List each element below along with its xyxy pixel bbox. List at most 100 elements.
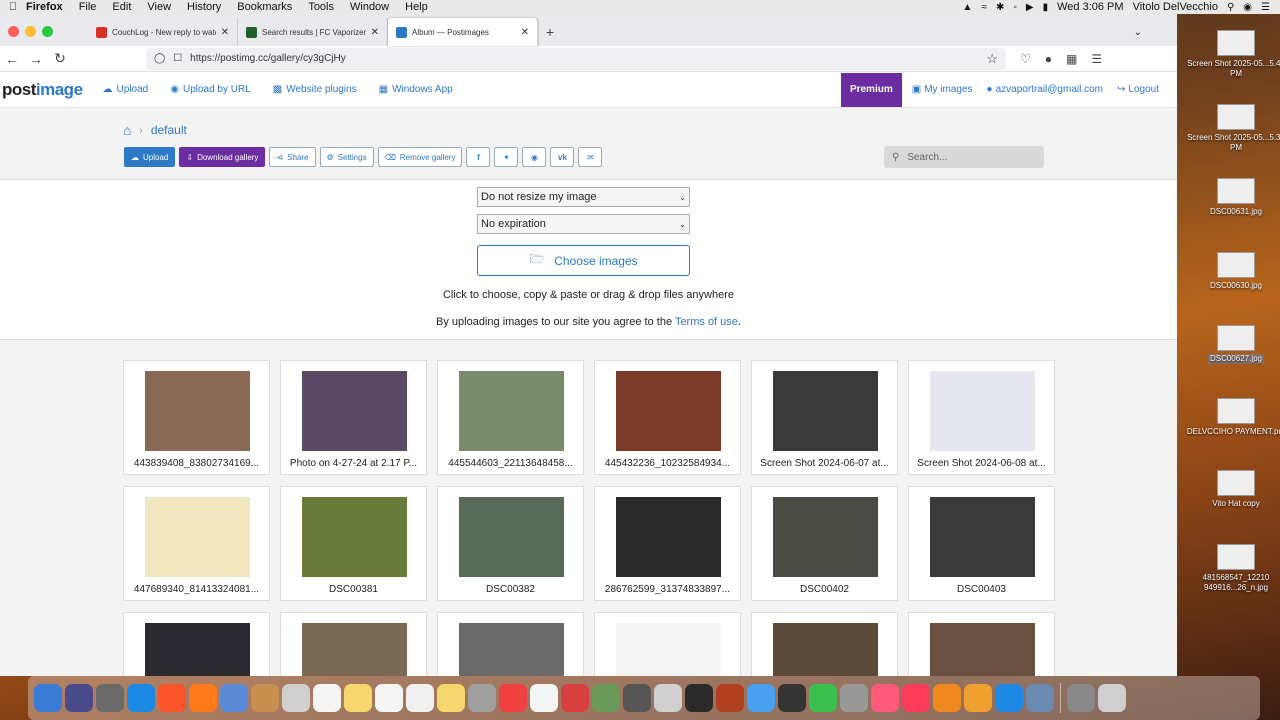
menu-window[interactable]: Window xyxy=(350,1,389,13)
image-thumbnail[interactable] xyxy=(921,622,1044,676)
image-caption[interactable]: Photo on 4-27-24 at 2.17 P... xyxy=(285,458,422,469)
nav-my-images[interactable]: ▣ My images xyxy=(912,84,973,95)
image-card[interactable] xyxy=(751,612,898,676)
profile-icon[interactable]: ● xyxy=(1045,52,1052,66)
image-caption[interactable]: DSC00403 xyxy=(913,584,1050,595)
apple-icon[interactable]:  xyxy=(0,1,26,13)
dock-app-icon[interactable] xyxy=(871,684,899,712)
notification-icon[interactable]: ☰ xyxy=(1261,2,1270,13)
vk-share-button[interactable]: vk xyxy=(550,147,575,167)
image-card[interactable]: 286762599_31374833897... xyxy=(594,486,741,601)
image-card[interactable]: DSC00382 xyxy=(437,486,584,601)
twitter-share-button[interactable]: ✦ xyxy=(494,147,519,167)
dock-app-icon[interactable] xyxy=(344,684,372,712)
menu-app[interactable]: Firefox xyxy=(26,1,63,13)
zoom-window-button[interactable] xyxy=(42,26,53,37)
email-share-button[interactable]: ✉ xyxy=(578,147,603,167)
image-card[interactable] xyxy=(280,612,427,676)
menu-edit[interactable]: Edit xyxy=(112,1,131,13)
desktop-file[interactable]: DSC00627.jpg xyxy=(1186,325,1280,364)
dock-app-icon[interactable] xyxy=(220,684,248,712)
menu-view[interactable]: View xyxy=(147,1,171,13)
image-thumbnail[interactable] xyxy=(921,370,1044,452)
dock-app-icon[interactable] xyxy=(96,684,124,712)
back-button[interactable]: ← xyxy=(0,51,24,67)
dock-app-icon[interactable] xyxy=(995,684,1023,712)
desktop-file[interactable]: DSC00630.jpg xyxy=(1186,252,1280,291)
image-thumbnail[interactable] xyxy=(607,496,730,578)
dock-app-icon[interactable] xyxy=(654,684,682,712)
upload-area[interactable]: Do not resize my image ⌄ No expiration ⌄ 🗁… xyxy=(0,180,1177,340)
dock-app-icon[interactable] xyxy=(65,684,93,712)
tab-1[interactable]: Search results | FC Vaporizer Re ✕ xyxy=(238,18,388,46)
dock-app-icon[interactable] xyxy=(964,684,992,712)
reload-button[interactable]: ↻ xyxy=(48,50,72,67)
dock-app-icon[interactable] xyxy=(902,684,930,712)
image-card[interactable]: Screen Shot 2024-06-07 at... xyxy=(751,360,898,475)
menu-history[interactable]: History xyxy=(187,1,221,13)
status-icon[interactable]: ▲ xyxy=(963,2,973,13)
image-thumbnail[interactable] xyxy=(607,622,730,676)
pocket-icon[interactable]: ♡ xyxy=(1020,52,1031,66)
image-card[interactable] xyxy=(123,612,270,676)
dock-app-icon[interactable] xyxy=(623,684,651,712)
nav-account[interactable]: ● azvaportrail@gmail.com xyxy=(987,84,1103,95)
url-bar[interactable]: ◯ ☐ https://postimg.cc/gallery/cy3gCjHy … xyxy=(146,47,1006,70)
image-thumbnail[interactable] xyxy=(136,370,259,452)
nav-upload-url[interactable]: ◉ Upload by URL xyxy=(170,84,251,95)
tab-list-button[interactable]: ⌄ xyxy=(1134,18,1177,46)
facebook-share-button[interactable]: f xyxy=(466,147,491,167)
image-caption[interactable]: 447689340_81413324081... xyxy=(128,584,265,595)
shield-icon[interactable]: ◯ xyxy=(154,53,165,64)
image-thumbnail[interactable] xyxy=(450,496,573,578)
upload-button[interactable]: ☁ Upload xyxy=(124,147,176,167)
resize-select[interactable]: Do not resize my image ⌄ xyxy=(477,187,690,207)
desktop-file[interactable]: 481568547_12210 949916...26_n.jpg xyxy=(1186,544,1280,593)
menu-help[interactable]: Help xyxy=(405,1,428,13)
image-caption[interactable]: 445432236_10232584934... xyxy=(599,458,736,469)
image-card[interactable]: DSC00381 xyxy=(280,486,427,601)
tab-0[interactable]: CouchLog - New reply to watch ✕ xyxy=(88,18,238,46)
image-thumbnail[interactable] xyxy=(293,622,416,676)
dock-app-icon[interactable] xyxy=(1026,684,1054,712)
spotlight-icon[interactable]: ⚲ xyxy=(1227,2,1234,13)
lock-icon[interactable]: ☐ xyxy=(173,53,182,64)
reddit-share-button[interactable]: ◉ xyxy=(522,147,547,167)
battery-icon[interactable]: ▮ xyxy=(1043,2,1049,13)
menu-tools[interactable]: Tools xyxy=(308,1,334,13)
dock-app-icon[interactable] xyxy=(1098,684,1126,712)
dock-app-icon[interactable] xyxy=(313,684,341,712)
dock-app-icon[interactable] xyxy=(561,684,589,712)
image-thumbnail[interactable] xyxy=(764,622,887,676)
forward-button[interactable]: → xyxy=(24,51,48,67)
desktop-file[interactable]: Vito Hat copy xyxy=(1186,470,1280,509)
dock-app-icon[interactable] xyxy=(685,684,713,712)
dock-app-icon[interactable] xyxy=(530,684,558,712)
bookmark-star-icon[interactable]: ☆ xyxy=(986,51,998,67)
image-caption[interactable]: Screen Shot 2024-06-07 at... xyxy=(756,458,893,469)
menu-file[interactable]: File xyxy=(79,1,97,13)
search-input[interactable]: ⚲ Search... xyxy=(884,146,1044,168)
image-card[interactable]: 447689340_81413324081... xyxy=(123,486,270,601)
close-tab-icon[interactable]: ✕ xyxy=(221,27,229,38)
wifi-icon[interactable]: ◦ xyxy=(1013,2,1017,13)
dock-app-icon[interactable] xyxy=(282,684,310,712)
bluetooth-icon[interactable]: ✱ xyxy=(996,2,1004,13)
close-window-button[interactable] xyxy=(8,26,19,37)
nav-logout[interactable]: ↪ Logout xyxy=(1117,84,1159,95)
menu-bookmarks[interactable]: Bookmarks xyxy=(237,1,292,13)
image-card[interactable]: 443839408_83802734169... xyxy=(123,360,270,475)
dock-app-icon[interactable] xyxy=(747,684,775,712)
home-icon[interactable]: ⌂ xyxy=(123,122,131,138)
desktop-file[interactable]: Screen Shot 2025-05...5.34 PM xyxy=(1186,104,1280,153)
close-tab-icon[interactable]: ✕ xyxy=(371,27,379,38)
image-thumbnail[interactable] xyxy=(136,496,259,578)
share-button[interactable]: ⊲ Share xyxy=(269,147,316,167)
close-tab-icon[interactable]: ✕ xyxy=(521,27,529,38)
rss-icon[interactable]: ≈ xyxy=(981,2,987,13)
dock-app-icon[interactable] xyxy=(809,684,837,712)
dock-app-icon[interactable] xyxy=(189,684,217,712)
dock-app-icon[interactable] xyxy=(933,684,961,712)
image-thumbnail[interactable] xyxy=(293,496,416,578)
image-thumbnail[interactable] xyxy=(607,370,730,452)
